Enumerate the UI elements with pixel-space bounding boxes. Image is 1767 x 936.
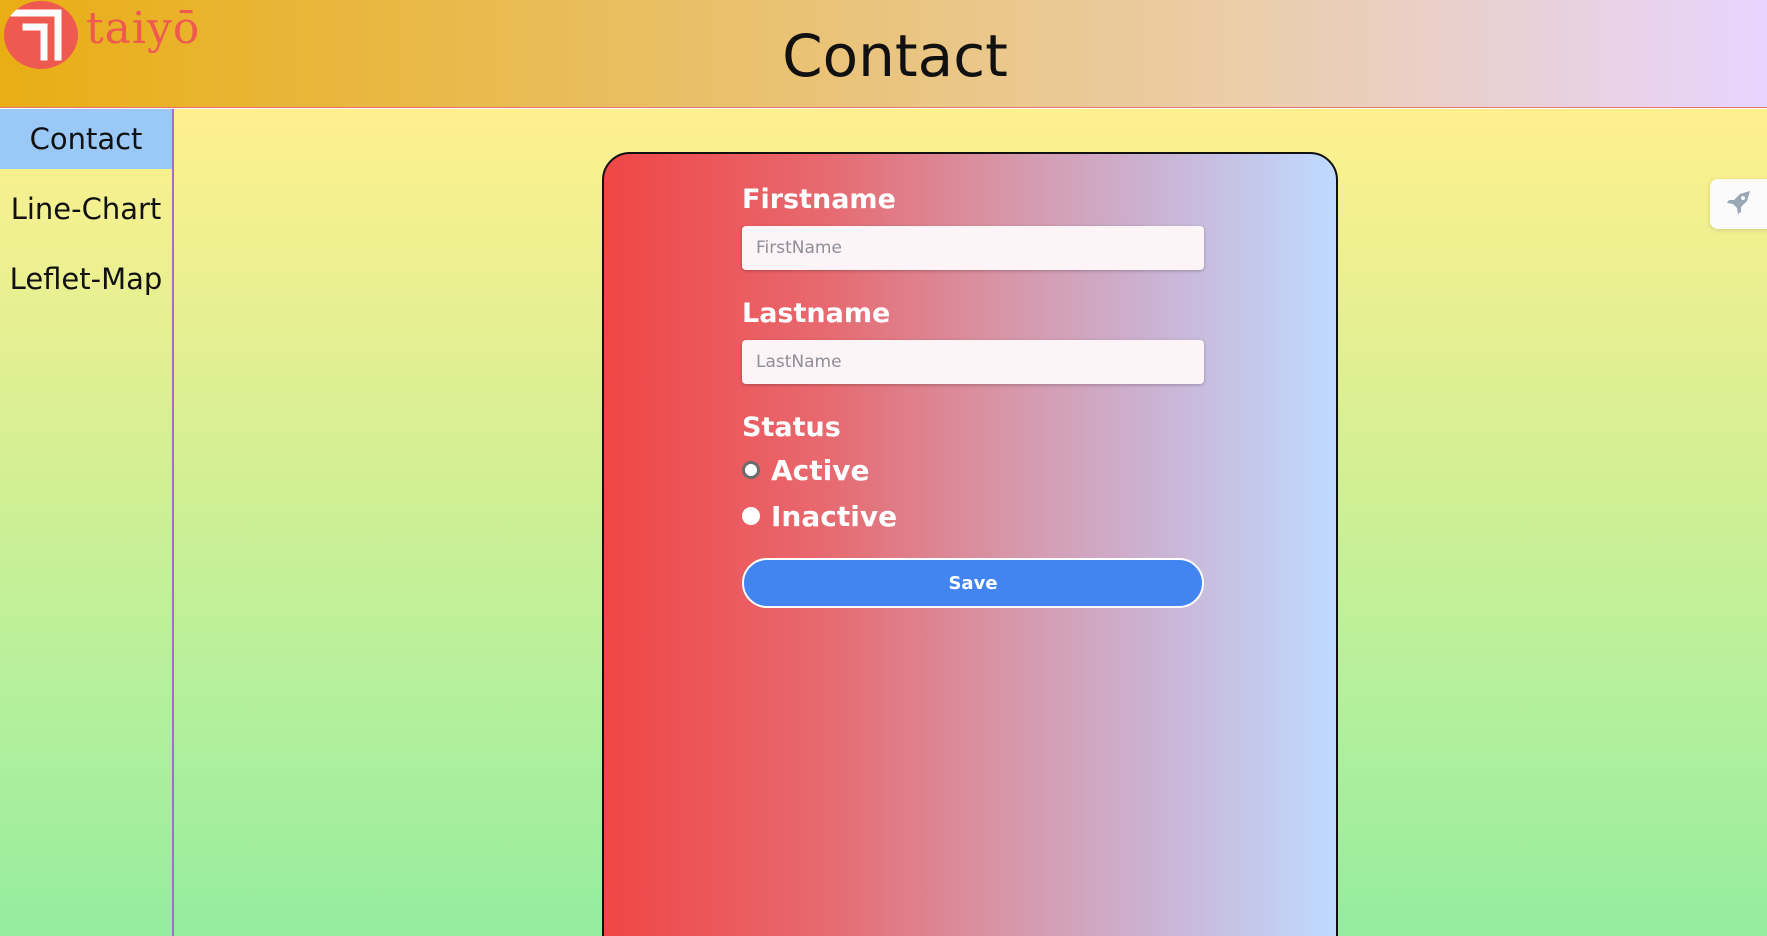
floating-side-tab[interactable]	[1710, 179, 1767, 229]
save-button[interactable]: Save	[742, 558, 1204, 608]
sidebar-item-contact[interactable]: Contact	[0, 109, 172, 169]
active-radio[interactable]	[742, 461, 760, 479]
firstname-label: Firstname	[742, 184, 896, 215]
contact-form-card: Firstname Lastname Status Active Inactiv…	[602, 152, 1338, 936]
main-area: Contact Line-Chart Leflet-Map Firstname …	[0, 109, 1767, 936]
rocket-icon	[1726, 189, 1752, 219]
firstname-input[interactable]	[742, 226, 1204, 270]
lastname-label: Lastname	[742, 298, 891, 329]
status-option-active[interactable]: Active	[742, 450, 1204, 490]
app-window: taiyō Contact Contact Line-Chart Leflet-…	[0, 0, 1767, 936]
inactive-radio-label: Inactive	[771, 499, 898, 533]
status-option-inactive[interactable]: Inactive	[742, 496, 1204, 536]
sidebar: Contact Line-Chart Leflet-Map	[0, 109, 174, 936]
sidebar-item-line-chart[interactable]: Line-Chart	[0, 179, 172, 239]
header: taiyō Contact	[0, 0, 1767, 108]
status-label: Status	[742, 412, 841, 443]
page-title: Contact	[782, 22, 1008, 90]
active-radio-label: Active	[771, 453, 870, 487]
sidebar-item-leflet-map[interactable]: Leflet-Map	[0, 249, 172, 309]
lastname-input[interactable]	[742, 340, 1204, 384]
contact-form: Firstname Lastname Status Active Inactiv…	[742, 184, 1204, 608]
inactive-radio[interactable]	[742, 507, 760, 525]
